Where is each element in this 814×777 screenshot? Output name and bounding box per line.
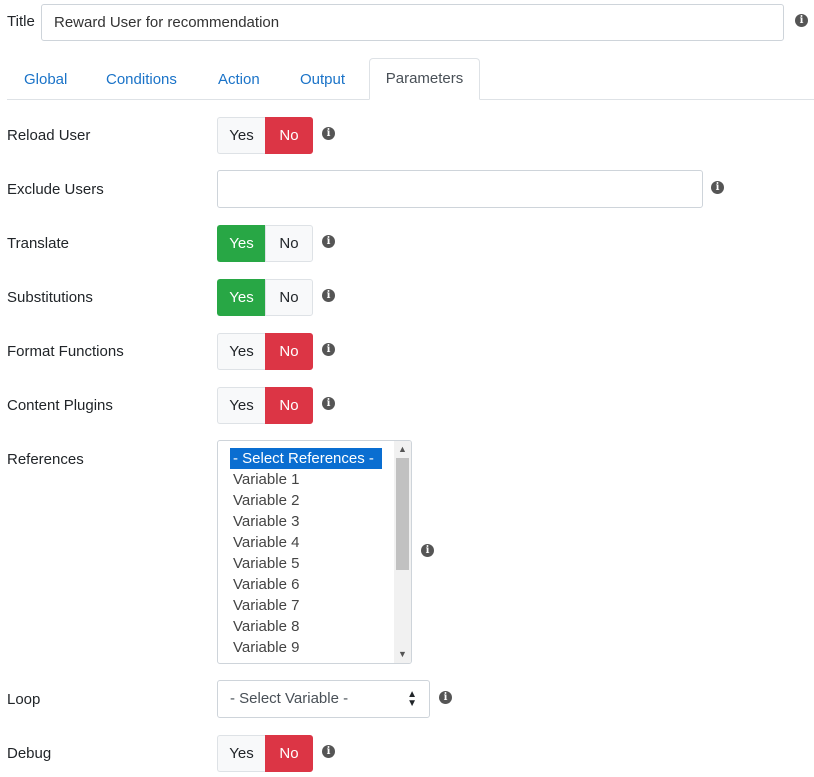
tab-global[interactable]: Global [24, 71, 67, 88]
references-listbox[interactable]: - Select References - Variable 1 Variabl… [217, 440, 412, 664]
list-item[interactable]: Variable 7 [233, 595, 299, 616]
list-item[interactable]: Variable 9 [233, 637, 299, 658]
info-icon[interactable]: i [322, 289, 335, 302]
translate-toggle: Yes No [217, 225, 313, 262]
loop-select-value: - Select Variable - [230, 690, 349, 707]
substitutions-no-button[interactable]: No [265, 279, 313, 316]
info-icon[interactable]: i [711, 181, 724, 194]
debug-no-button[interactable]: No [265, 735, 313, 772]
substitutions-label: Substitutions [7, 289, 93, 306]
title-input[interactable]: Reward User for recommendation [41, 4, 784, 41]
translate-no-button[interactable]: No [265, 225, 313, 262]
list-item[interactable]: Variable 6 [233, 574, 299, 595]
info-icon[interactable]: i [322, 343, 335, 356]
loop-select[interactable]: - Select Variable - ▲ ▼ [217, 680, 430, 718]
content-plugins-no-button[interactable]: No [265, 387, 313, 424]
info-icon[interactable]: i [322, 397, 335, 410]
tab-output[interactable]: Output [300, 71, 345, 88]
list-item[interactable]: Variable 8 [233, 616, 299, 637]
scroll-thumb[interactable] [396, 458, 409, 570]
info-icon[interactable]: i [322, 745, 335, 758]
reload-user-yes-button[interactable]: Yes [217, 117, 265, 154]
reload-user-toggle: Yes No [217, 117, 313, 154]
exclude-users-label: Exclude Users [7, 181, 104, 198]
info-icon[interactable]: i [322, 127, 335, 140]
translate-yes-button[interactable]: Yes [217, 225, 265, 262]
list-item[interactable]: - Select References - [230, 448, 382, 469]
list-item[interactable]: Variable 1 [233, 469, 299, 490]
tab-action[interactable]: Action [218, 71, 260, 88]
translate-label: Translate [7, 235, 69, 252]
format-functions-toggle: Yes No [217, 333, 313, 370]
list-item[interactable]: Variable 2 [233, 490, 299, 511]
references-label: References [7, 451, 84, 468]
debug-yes-button[interactable]: Yes [217, 735, 265, 772]
list-item[interactable]: Variable 3 [233, 511, 299, 532]
debug-toggle: Yes No [217, 735, 313, 772]
loop-label: Loop [7, 691, 41, 708]
reload-user-label: Reload User [7, 127, 91, 144]
substitutions-toggle: Yes No [217, 279, 313, 316]
info-icon[interactable]: i [439, 691, 452, 704]
debug-label: Debug [7, 745, 52, 762]
chevron-down-icon[interactable]: ▼ [394, 646, 411, 663]
info-icon[interactable]: i [421, 544, 434, 557]
chevron-up-icon[interactable]: ▲ [394, 441, 411, 458]
format-functions-no-button[interactable]: No [265, 333, 313, 370]
list-item[interactable]: Variable 5 [233, 553, 299, 574]
content-plugins-label: Content Plugins [7, 397, 113, 414]
format-functions-label: Format Functions [7, 343, 124, 360]
info-icon[interactable]: i [322, 235, 335, 248]
title-label: Title [7, 13, 35, 30]
reload-user-no-button[interactable]: No [265, 117, 313, 154]
content-plugins-yes-button[interactable]: Yes [217, 387, 265, 424]
info-icon[interactable]: i [795, 14, 808, 27]
tab-parameters[interactable]: Parameters [369, 58, 480, 100]
list-item[interactable]: Variable 4 [233, 532, 299, 553]
content-plugins-toggle: Yes No [217, 387, 313, 424]
format-functions-yes-button[interactable]: Yes [217, 333, 265, 370]
sort-caret-icon: ▲ ▼ [407, 689, 417, 709]
tab-conditions[interactable]: Conditions [106, 71, 177, 88]
references-scrollbar[interactable]: ▲ ▼ [394, 441, 411, 663]
substitutions-yes-button[interactable]: Yes [217, 279, 265, 316]
exclude-users-input[interactable] [217, 170, 703, 208]
